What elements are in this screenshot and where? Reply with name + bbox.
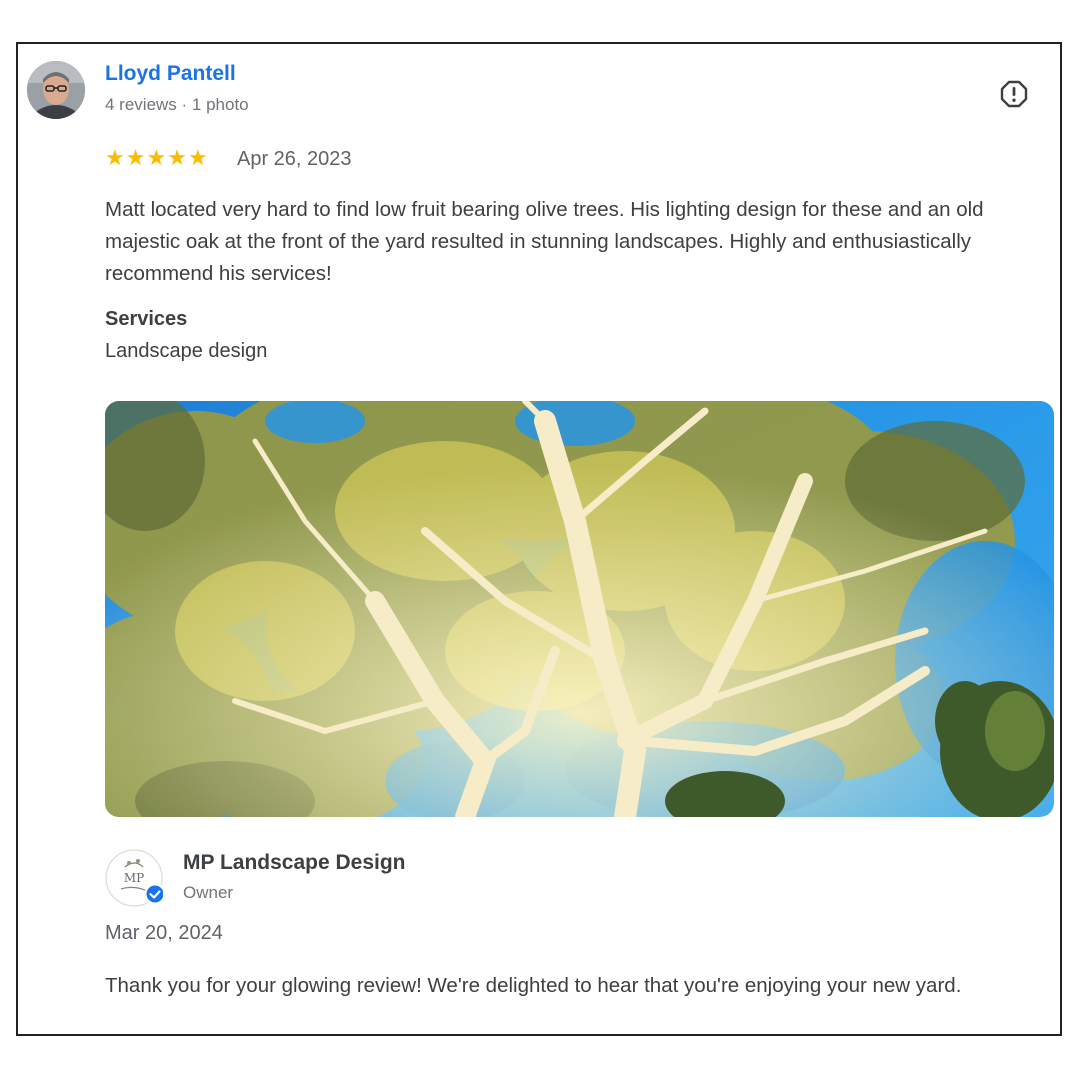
review-text: Matt located very hard to find low fruit… xyxy=(105,198,984,285)
verified-badge-icon xyxy=(144,883,166,905)
reply-text: Thank you for your glowing review! We're… xyxy=(105,974,962,997)
star-icon: ★ xyxy=(187,146,208,171)
owner-logo-monogram: MP xyxy=(124,871,144,885)
owner-role: Owner xyxy=(183,883,234,902)
star-icon: ★ xyxy=(146,146,167,171)
review-date: Apr 26, 2023 xyxy=(237,148,352,170)
owner-name: MP Landscape Design xyxy=(183,851,406,874)
report-flag-icon[interactable] xyxy=(999,79,1029,109)
owner-logo[interactable]: MP xyxy=(105,849,166,907)
reviewer-name[interactable]: Lloyd Pantell xyxy=(105,62,236,86)
reviewer-meta: 4 reviews · 1 photo xyxy=(105,95,249,114)
star-icon: ★ xyxy=(125,146,146,171)
star-rating: ★ ★ ★ ★ ★ xyxy=(105,146,208,172)
star-icon: ★ xyxy=(105,146,125,171)
review-photo[interactable] xyxy=(105,401,1054,817)
reviewer-avatar[interactable] xyxy=(27,61,85,119)
reply-date: Mar 20, 2024 xyxy=(105,922,223,944)
services-heading: Services xyxy=(105,308,188,330)
star-icon: ★ xyxy=(167,146,187,171)
services-value: Landscape design xyxy=(105,340,268,362)
